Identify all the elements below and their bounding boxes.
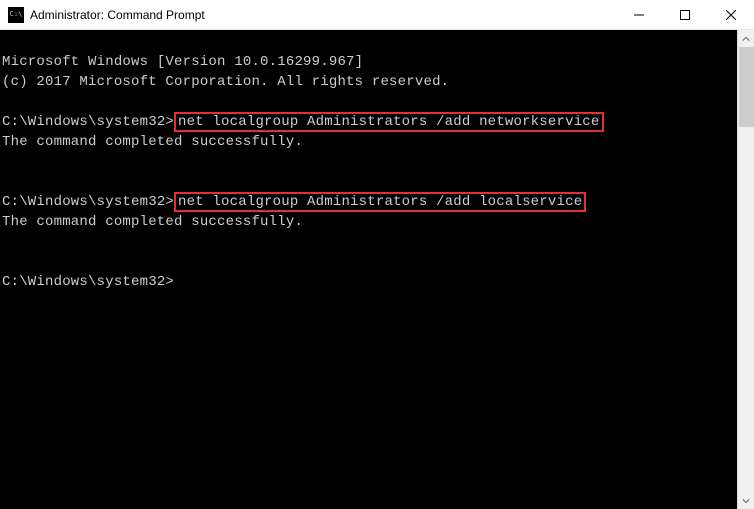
cmd-icon bbox=[8, 7, 24, 23]
scroll-down-button[interactable] bbox=[738, 492, 754, 509]
window-title: Administrator: Command Prompt bbox=[30, 8, 616, 22]
scroll-thumb[interactable] bbox=[739, 47, 754, 127]
command-prompt-window: Administrator: Command Prompt Microsoft … bbox=[0, 0, 754, 509]
prompt-line-1: C:\Windows\system32>net localgroup Admin… bbox=[2, 114, 604, 130]
blank-line bbox=[2, 94, 11, 110]
copyright-line: (c) 2017 Microsoft Corporation. All righ… bbox=[2, 74, 449, 90]
result-line-1: The command completed successfully. bbox=[2, 134, 303, 150]
version-line: Microsoft Windows [Version 10.0.16299.96… bbox=[2, 54, 363, 70]
maximize-button[interactable] bbox=[662, 0, 708, 29]
result-line-2: The command completed successfully. bbox=[2, 214, 303, 230]
blank-line bbox=[2, 234, 11, 250]
blank-line bbox=[2, 254, 11, 270]
blank-line bbox=[2, 174, 11, 190]
terminal-area: Microsoft Windows [Version 10.0.16299.96… bbox=[0, 30, 754, 509]
command-1-highlight: net localgroup Administrators /add netwo… bbox=[174, 112, 603, 132]
terminal-output[interactable]: Microsoft Windows [Version 10.0.16299.96… bbox=[0, 30, 737, 509]
prompt-prefix: C:\Windows\system32> bbox=[2, 194, 174, 210]
close-button[interactable] bbox=[708, 0, 754, 29]
titlebar: Administrator: Command Prompt bbox=[0, 0, 754, 30]
vertical-scrollbar[interactable] bbox=[737, 30, 754, 509]
minimize-button[interactable] bbox=[616, 0, 662, 29]
command-2-highlight: net localgroup Administrators /add local… bbox=[174, 192, 586, 212]
blank-line bbox=[2, 154, 11, 170]
prompt-line-3: C:\Windows\system32> bbox=[2, 274, 174, 290]
scroll-up-button[interactable] bbox=[738, 30, 754, 47]
window-controls bbox=[616, 0, 754, 29]
prompt-line-2: C:\Windows\system32>net localgroup Admin… bbox=[2, 194, 586, 210]
prompt-prefix: C:\Windows\system32> bbox=[2, 114, 174, 130]
